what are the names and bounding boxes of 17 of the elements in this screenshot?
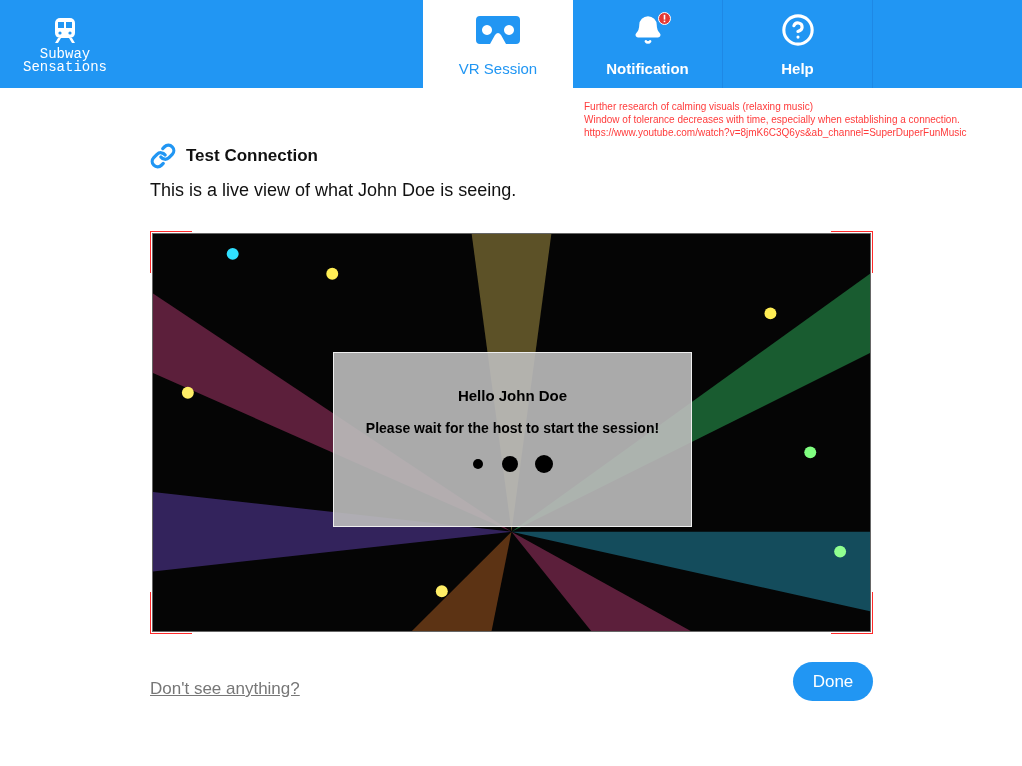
app-title: Subway Sensations (22, 48, 108, 74)
section-title: Test Connection (186, 145, 318, 168)
link-icon (150, 143, 176, 169)
nav-tab[interactable]: VR Session (423, 0, 573, 88)
note-text: https://www.youtube.com/watch?v=8jmK6C3Q6ys&ab_channel=SuperDuperFunMusic (584, 126, 968, 139)
dialog-message: Please wait for the host to start the session! (365, 418, 660, 438)
section-subtitle: This is a live view of what John Doe is seeing. (150, 179, 518, 202)
note-text: Window of tolerance decreases with time, especially when establishing a connection. (584, 113, 961, 126)
help-icon (780, 13, 815, 47)
train-icon (54, 18, 76, 44)
dialog-title: Hello John Doe (457, 386, 568, 406)
alert-badge-icon (657, 12, 671, 25)
vr-headset-icon (476, 16, 520, 44)
note-text: Further research of calming visuals (relaxing music) (584, 100, 814, 113)
loading-dots-icon (471, 452, 554, 473)
done-button[interactable]: Done (793, 662, 873, 702)
help-link[interactable]: Don't see anything? (150, 676, 300, 702)
